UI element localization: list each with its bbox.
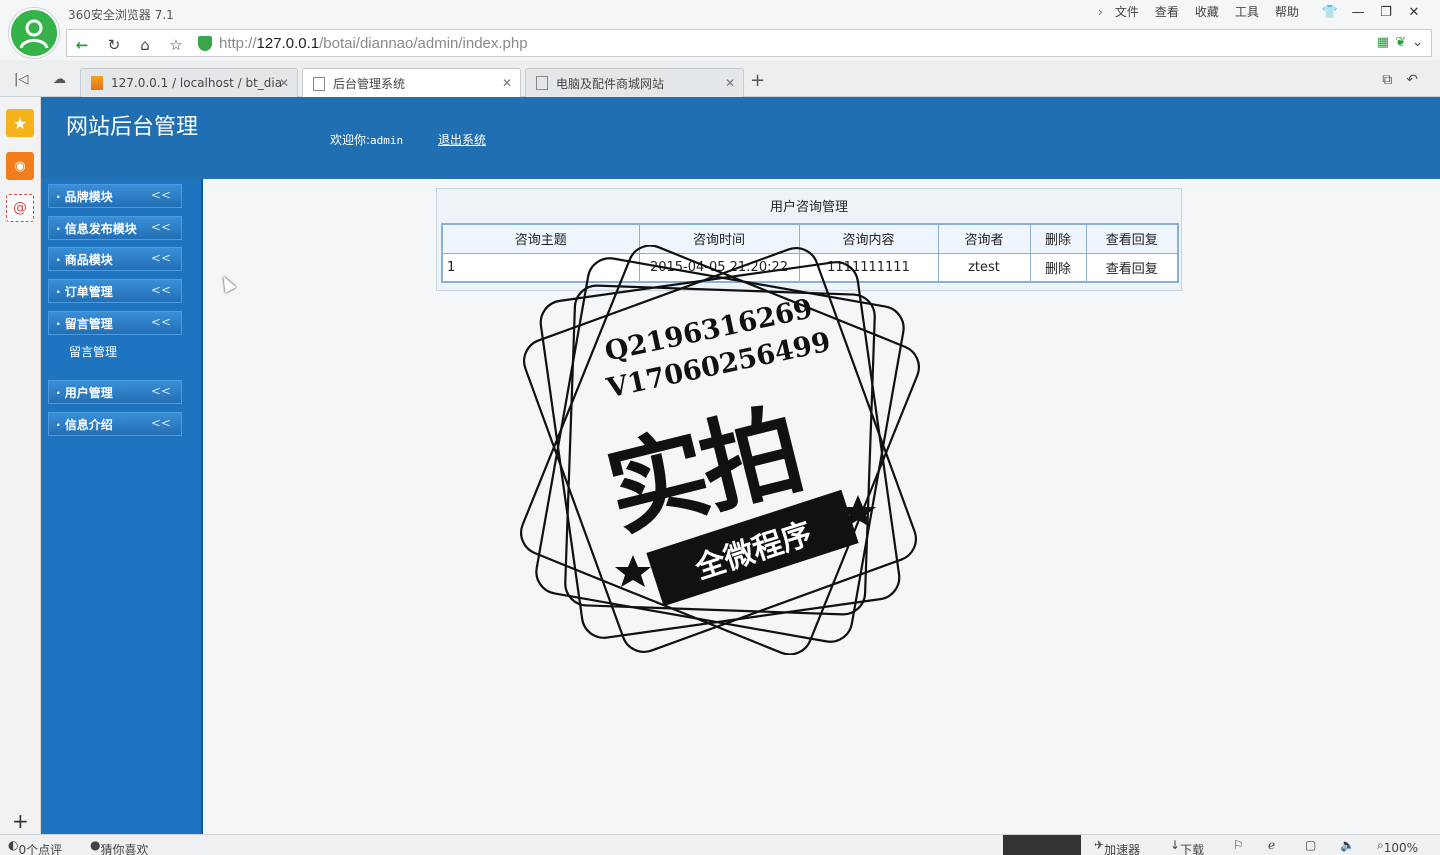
address-bar: ← ↻ ⌂ ☆ http://127.0.0.1/botai/diannao/a… bbox=[0, 26, 1440, 60]
menu-item-message-management[interactable]: 留言管理 bbox=[69, 343, 117, 360]
tab-scroll-left-icon[interactable]: |◁ bbox=[14, 72, 28, 87]
collapse-chevron-icon: << bbox=[150, 188, 171, 202]
user-icon bbox=[19, 19, 49, 49]
table-header-row: 咨询主题 咨询时间 咨询内容 咨询者 删除 查看回复 bbox=[441, 223, 1179, 254]
col-view-reply: 查看回复 bbox=[1085, 223, 1179, 254]
shield-icon bbox=[198, 36, 212, 51]
accelerator-button[interactable]: ✈ 加速器 bbox=[1094, 838, 1140, 855]
welcome-text: 欢迎你:admin bbox=[330, 133, 404, 147]
collapse-chevron-icon: << bbox=[150, 220, 171, 234]
comments-status[interactable]: ◐ 0个点评 bbox=[8, 838, 62, 855]
tab-close-icon[interactable]: ✕ bbox=[502, 76, 512, 90]
delete-link[interactable]: 删除 bbox=[1029, 252, 1087, 283]
url-box[interactable]: ← ↻ ⌂ ☆ http://127.0.0.1/botai/diannao/a… bbox=[66, 29, 1432, 57]
tab-close-icon[interactable]: ✕ bbox=[279, 76, 289, 90]
favorites-star-icon[interactable]: ★ bbox=[6, 109, 34, 137]
cell-subject: 1 bbox=[441, 252, 640, 283]
app-title: 360安全浏览器 7.1 bbox=[68, 8, 174, 22]
col-subject: 咨询主题 bbox=[441, 223, 640, 254]
browser-sidebar: ★ ◉ @ + bbox=[0, 97, 41, 834]
new-tab-button[interactable]: + bbox=[750, 70, 765, 91]
phpmyadmin-icon bbox=[91, 76, 103, 90]
collapse-chevron-icon: << bbox=[150, 416, 171, 430]
menu-group-info[interactable]: · 信息介绍 << bbox=[48, 412, 182, 436]
menu-help[interactable]: 帮助 bbox=[1267, 4, 1307, 20]
tab-bar: |◁ ☁ 127.0.0.1 / localhost / bt_dia ✕ 后台… bbox=[0, 60, 1440, 98]
page-icon bbox=[536, 76, 548, 90]
minimize-button[interactable]: — bbox=[1344, 2, 1372, 22]
menu-group-orders[interactable]: · 订单管理 << bbox=[48, 279, 182, 303]
user-avatar[interactable] bbox=[9, 8, 59, 58]
cell-time: 2015-04-05 21:20:22 bbox=[638, 252, 800, 283]
consult-table: 咨询主题 咨询时间 咨询内容 咨询者 删除 查看回复 1 2015-04-05 … bbox=[441, 223, 1179, 283]
cell-user: ztest bbox=[937, 252, 1031, 283]
chevron-down-icon[interactable]: ⌄ bbox=[1412, 35, 1423, 50]
collapse-chevron-icon: << bbox=[150, 251, 171, 265]
col-user: 咨询者 bbox=[937, 223, 1031, 254]
admin-sidebar: · 品牌模块 << · 信息发布模块 << · 商品模块 << · 订单管理 << · … bbox=[41, 179, 203, 834]
site-title: 网站后台管理 bbox=[66, 115, 199, 140]
tab-shop[interactable]: 电脑及配件商城网站 ✕ bbox=[525, 68, 744, 97]
skin-icon[interactable]: 👕 bbox=[1316, 2, 1344, 22]
table-row: 1 2015-04-05 21:20:22 1111111111 ztest 删… bbox=[441, 252, 1179, 283]
panel-title: 用户咨询管理 bbox=[769, 200, 848, 215]
back-arrow-icon[interactable]: ← bbox=[71, 35, 93, 55]
menu-file[interactable]: 文件 bbox=[1107, 4, 1147, 20]
close-button[interactable]: ✕ bbox=[1400, 2, 1428, 22]
volume-icon[interactable]: 🔈 bbox=[1340, 838, 1355, 852]
refresh-icon[interactable]: ↻ bbox=[103, 35, 125, 55]
page-header: 网站后台管理 欢迎你:admin 退出系统 bbox=[41, 97, 1440, 179]
page-icon bbox=[313, 76, 325, 91]
view-reply-link[interactable]: 查看回复 bbox=[1085, 252, 1179, 283]
menu-favorites[interactable]: 收藏 bbox=[1187, 4, 1227, 20]
weibo-icon[interactable]: ◉ bbox=[6, 152, 34, 180]
download-button[interactable]: ↓ 下载 bbox=[1170, 838, 1204, 855]
qrcode-icon[interactable]: ▦ bbox=[1377, 35, 1389, 50]
add-icon[interactable]: + bbox=[12, 809, 29, 833]
menu-bar: › 文件 查看 收藏 工具 帮助 bbox=[1094, 4, 1307, 20]
logout-link[interactable]: 退出系统 bbox=[438, 131, 486, 148]
guess-like-status[interactable]: ● 猜你喜欢 bbox=[90, 838, 149, 855]
tab-phpmyadmin[interactable]: 127.0.0.1 / localhost / bt_dia ✕ bbox=[80, 68, 298, 97]
consult-panel: 用户咨询管理 咨询主题 咨询时间 咨询内容 咨询者 删除 查看回复 1 2015… bbox=[436, 188, 1182, 291]
window-controls: 👕 — ❐ ✕ bbox=[1316, 2, 1428, 22]
window-icon[interactable]: ▢ bbox=[1305, 838, 1316, 852]
col-time: 咨询时间 bbox=[638, 223, 800, 254]
cloud-icon[interactable]: ☁ bbox=[53, 72, 66, 87]
menu-group-news[interactable]: · 信息发布模块 << bbox=[48, 216, 182, 240]
zoom-control[interactable]: ⌕ 100% bbox=[1377, 838, 1418, 855]
menu-group-messages[interactable]: · 留言管理 << bbox=[48, 311, 182, 335]
menu-group-products[interactable]: · 商品模块 << bbox=[48, 247, 182, 271]
status-bar: ◐ 0个点评 ● 猜你喜欢 ✈ 加速器 ↓ 下载 ⚐ ℯ ▢ 🔈 ⌕ 100% bbox=[0, 834, 1440, 855]
url-text[interactable]: http://127.0.0.1/botai/diannao/admin/ind… bbox=[219, 35, 528, 52]
menu-view[interactable]: 查看 bbox=[1147, 4, 1187, 20]
menu-group-brand[interactable]: · 品牌模块 << bbox=[48, 184, 182, 208]
col-content: 咨询内容 bbox=[798, 223, 939, 254]
flag-icon[interactable]: ⚐ bbox=[1233, 838, 1244, 852]
leaf-icon[interactable]: ❦ bbox=[1395, 35, 1406, 50]
menu-group-users[interactable]: · 用户管理 << bbox=[48, 380, 182, 404]
mail-icon[interactable]: @ bbox=[6, 194, 34, 222]
tab-admin[interactable]: 后台管理系统 ✕ bbox=[302, 68, 521, 98]
maximize-button[interactable]: ❐ bbox=[1372, 2, 1400, 22]
undo-close-icon[interactable]: ↶ bbox=[1406, 72, 1418, 88]
menu-tools[interactable]: 工具 bbox=[1227, 4, 1267, 20]
cell-content: 1111111111 bbox=[798, 252, 939, 283]
collapse-chevron-icon: << bbox=[150, 283, 171, 297]
collapse-chevron-icon: << bbox=[150, 384, 171, 398]
ie-icon[interactable]: ℯ bbox=[1268, 838, 1275, 852]
tab-close-icon[interactable]: ✕ bbox=[725, 76, 735, 90]
browser-window: 360安全浏览器 7.1 › 文件 查看 收藏 工具 帮助 👕 — ❐ ✕ ← … bbox=[0, 0, 1440, 855]
title-bar: 360安全浏览器 7.1 › 文件 查看 收藏 工具 帮助 👕 — ❐ ✕ bbox=[0, 0, 1440, 26]
chevron-right-icon[interactable]: › bbox=[1094, 4, 1107, 20]
home-icon[interactable]: ⌂ bbox=[134, 35, 156, 55]
collapse-chevron-icon: << bbox=[150, 315, 171, 329]
star-icon[interactable]: ☆ bbox=[165, 35, 187, 55]
ime-toolbar[interactable] bbox=[1003, 835, 1081, 855]
col-delete: 删除 bbox=[1029, 223, 1087, 254]
tab-list-icon[interactable]: ⧉ bbox=[1382, 72, 1392, 88]
